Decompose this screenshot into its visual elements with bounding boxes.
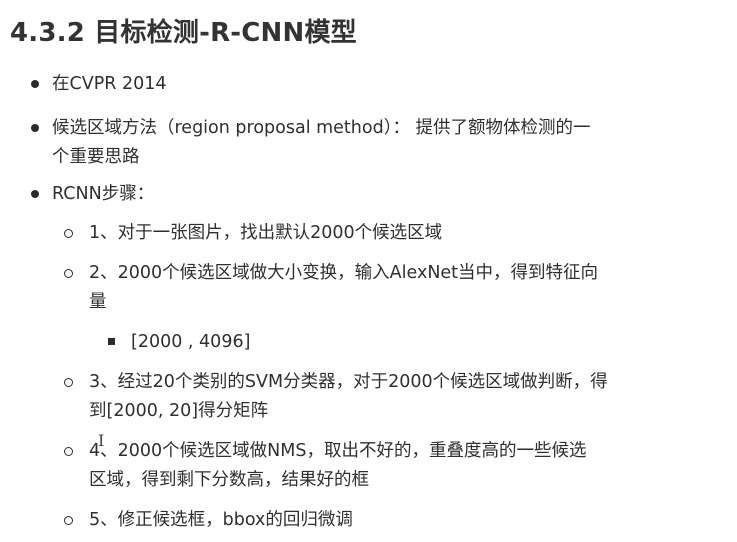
bullet-dot-icon xyxy=(31,190,39,198)
step-1: 1、对于一张图片，找出默认2000个候选区域 xyxy=(89,223,443,243)
list-item-region-proposal-line2: 个重要思路 xyxy=(52,147,140,167)
step-4-line1: 4、2000个候选区域做NMS，取出不好的，重叠度高的一些候选 xyxy=(89,441,587,461)
step-4-line2: 区域，得到剩下分数高，结果好的框 xyxy=(89,470,369,490)
list-item-rcnn-steps: RCNN步骤： xyxy=(52,184,155,204)
step-2-line2: 量 xyxy=(89,292,107,312)
bullet-dot-icon xyxy=(31,80,39,88)
bullet-circle-icon xyxy=(64,269,73,278)
bullet-circle-icon xyxy=(64,516,73,525)
text-cursor-icon: I xyxy=(98,431,105,450)
bullet-dot-icon xyxy=(31,124,39,132)
step-5: 5、修正候选框，bbox的回归微调 xyxy=(89,510,353,530)
bullet-square-icon xyxy=(108,338,115,345)
step-3-line1: 3、经过20个类别的SVM分类器，对于2000个候选区域做判断，得 xyxy=(89,372,608,392)
slide-page: 4.3.2 目标检测-R-CNN模型 在CVPR 2014 候选区域方法（reg… xyxy=(0,0,737,542)
step-2-line1: 2、2000个候选区域做大小变换，输入AlexNet当中，得到特征向 xyxy=(89,263,599,283)
step-2-feature-shape: [2000 , 4096] xyxy=(131,332,251,352)
list-item-region-proposal-line1: 候选区域方法（region proposal method）： 提供了额物体检测… xyxy=(52,118,591,138)
bullet-circle-icon xyxy=(64,447,73,456)
list-item-cvpr: 在CVPR 2014 xyxy=(52,74,167,94)
step-3-line2: 到[2000, 20]得分矩阵 xyxy=(89,401,269,421)
page-title: 4.3.2 目标检测-R-CNN模型 xyxy=(10,18,357,48)
bullet-circle-icon xyxy=(64,229,73,238)
bullet-circle-icon xyxy=(64,378,73,387)
